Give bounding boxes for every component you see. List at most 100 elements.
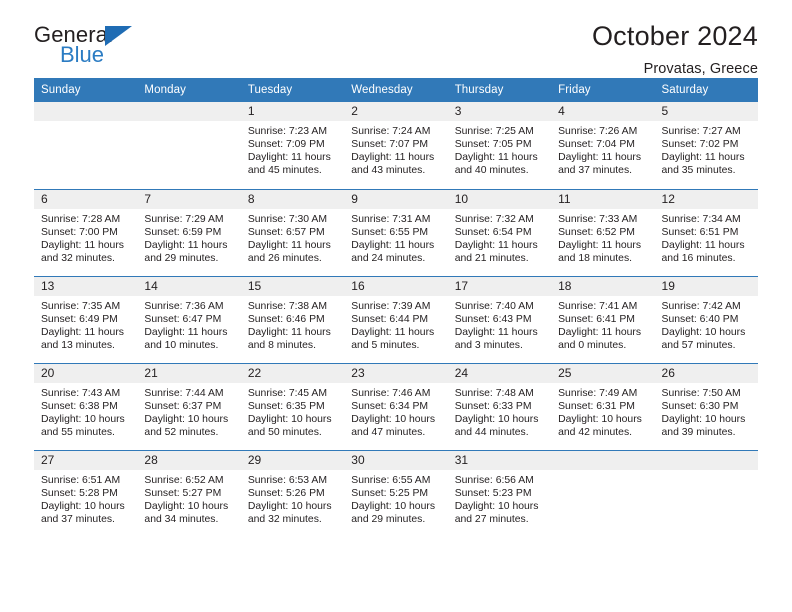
sunrise-text: Sunrise: 6:56 AM — [454, 474, 534, 486]
daylight-text: Daylight: 11 hours and 35 minutes. — [661, 152, 745, 177]
day-details: Sunrise: 7:49 AM Sunset: 6:31 PM Daylight:… — [551, 383, 654, 439]
sunrise-text: Sunrise: 6:53 AM — [247, 474, 327, 486]
sunset-text: Sunset: 6:34 PM — [351, 400, 429, 412]
day-number: 23 — [344, 363, 448, 383]
day-number: 5 — [654, 102, 758, 121]
sunrise-text: Sunrise: 7:24 AM — [351, 126, 431, 137]
day-number: 21 — [137, 363, 241, 383]
calendar-day-cell[interactable]: 31 Sunrise: 6:56 AM Sunset: 5:23 PM Dayligh… — [447, 449, 552, 537]
calendar-day-cell[interactable]: 13 Sunrise: 7:35 AM Sunset: 6:49 PM Dayligh… — [34, 275, 138, 363]
calendar-day-cell[interactable]: 25 Sunrise: 7:49 AM Sunset: 6:31 PM Dayligh… — [551, 362, 655, 450]
calendar-day-cell[interactable]: 10 Sunrise: 7:32 AM Sunset: 6:54 PM Dayligh… — [447, 188, 552, 276]
calendar-day-cell[interactable]: 27 Sunrise: 6:51 AM Sunset: 5:28 PM Dayligh… — [34, 449, 138, 537]
day-details: Sunrise: 6:56 AM Sunset: 5:23 PM Daylight:… — [448, 470, 551, 526]
day-number: 28 — [137, 450, 241, 470]
day-details: Sunrise: 7:26 AM Sunset: 7:04 PM Daylight:… — [551, 121, 654, 177]
weekday-header-wednesday: Wednesday — [344, 78, 448, 102]
daylight-text: Daylight: 10 hours and 29 minutes. — [351, 500, 436, 525]
sunset-text: Sunset: 5:25 PM — [351, 487, 429, 499]
weekday-header-tuesday: Tuesday — [240, 78, 345, 102]
calendar-day-cell[interactable]: 14 Sunrise: 7:36 AM Sunset: 6:47 PM Dayligh… — [137, 275, 241, 363]
weekday-header-thursday: Thursday — [447, 78, 552, 102]
page-subtitle: Provatas, Greece — [643, 60, 758, 77]
sunset-text: Sunset: 6:40 PM — [661, 313, 739, 325]
calendar-day-cell[interactable]: 3 Sunrise: 7:25 AM Sunset: 7:05 PM Daylight… — [447, 102, 552, 189]
calendar-day-cell[interactable]: 8 Sunrise: 7:30 AM Sunset: 6:57 PM Daylight… — [240, 188, 345, 276]
sunset-text: Sunset: 6:57 PM — [247, 226, 325, 238]
sunrise-text: Sunrise: 7:28 AM — [41, 213, 121, 225]
day-number: 8 — [240, 189, 345, 209]
day-details: Sunrise: 7:34 AM Sunset: 6:51 PM Daylight:… — [655, 209, 758, 265]
day-number: 7 — [137, 189, 241, 209]
calendar-day-cell[interactable]: 26 Sunrise: 7:50 AM Sunset: 6:30 PM Dayligh… — [654, 362, 758, 450]
calendar-body: 1 Sunrise: 7:23 AM Sunset: 7:09 PM Daylight… — [34, 102, 758, 537]
calendar-day-cell[interactable]: 16 Sunrise: 7:39 AM Sunset: 6:44 PM Dayligh… — [344, 275, 448, 363]
daylight-text: Daylight: 10 hours and 44 minutes. — [454, 413, 539, 438]
day-details: Sunrise: 7:50 AM Sunset: 6:30 PM Daylight:… — [655, 383, 758, 439]
day-number: 9 — [344, 189, 448, 209]
calendar-day-cell[interactable]: 9 Sunrise: 7:31 AM Sunset: 6:55 PM Daylight… — [344, 188, 448, 276]
calendar-day-cell[interactable]: 4 Sunrise: 7:26 AM Sunset: 7:04 PM Daylight… — [551, 102, 655, 189]
calendar-day-cell[interactable]: 22 Sunrise: 7:45 AM Sunset: 6:35 PM Dayligh… — [240, 362, 345, 450]
calendar-day-cell[interactable]: 7 Sunrise: 7:29 AM Sunset: 6:59 PM Daylight… — [137, 188, 241, 276]
daylight-text: Daylight: 10 hours and 27 minutes. — [454, 500, 539, 525]
day-details: Sunrise: 7:31 AM Sunset: 6:55 PM Daylight:… — [344, 209, 447, 265]
sunset-text: Sunset: 6:52 PM — [558, 226, 635, 238]
calendar-day-cell[interactable]: 23 Sunrise: 7:46 AM Sunset: 6:34 PM Dayligh… — [344, 362, 448, 450]
calendar-day-cell[interactable]: 6 Sunrise: 7:28 AM Sunset: 7:00 PM Daylight… — [34, 188, 138, 276]
calendar-day-cell[interactable]: 17 Sunrise: 7:40 AM Sunset: 6:43 PM Dayligh… — [447, 275, 552, 363]
sunset-text: Sunset: 7:00 PM — [41, 226, 118, 238]
day-details: Sunrise: 7:48 AM Sunset: 6:33 PM Daylight:… — [448, 383, 551, 439]
calendar-day-cell[interactable]: 30 Sunrise: 6:55 AM Sunset: 5:25 PM Dayligh… — [344, 449, 448, 537]
sunrise-text: Sunrise: 7:26 AM — [558, 126, 638, 137]
calendar-day-cell[interactable]: 19 Sunrise: 7:42 AM Sunset: 6:40 PM Dayligh… — [654, 275, 758, 363]
calendar-day-cell[interactable]: 2 Sunrise: 7:24 AM Sunset: 7:07 PM Daylight… — [344, 102, 448, 189]
calendar-day-cell[interactable]: 1 Sunrise: 7:23 AM Sunset: 7:09 PM Daylight… — [240, 102, 345, 189]
logo-secondary-text: Blue — [60, 42, 105, 67]
day-number: 18 — [551, 276, 655, 296]
sunset-text: Sunset: 7:09 PM — [247, 139, 325, 151]
sunset-text: Sunset: 5:27 PM — [144, 487, 222, 499]
calendar-day-cell[interactable]: 28 Sunrise: 6:52 AM Sunset: 5:27 PM Dayligh… — [137, 449, 241, 537]
sunrise-text: Sunrise: 7:39 AM — [351, 300, 431, 312]
general-blue-logo[interactable]: General Blue — [34, 22, 149, 70]
day-details: Sunrise: 7:46 AM Sunset: 6:34 PM Daylight:… — [344, 383, 447, 439]
daylight-text: Daylight: 10 hours and 47 minutes. — [351, 413, 436, 438]
daylight-text: Daylight: 10 hours and 50 minutes. — [247, 413, 332, 438]
calendar-day-cell[interactable]: 20 Sunrise: 7:43 AM Sunset: 6:38 PM Dayligh… — [34, 362, 138, 450]
sunset-text: Sunset: 6:31 PM — [558, 400, 635, 412]
calendar-week-row: 6 Sunrise: 7:28 AM Sunset: 7:00 PM Daylight… — [34, 188, 758, 276]
sunrise-text: Sunrise: 7:25 AM — [454, 126, 534, 137]
sunset-text: Sunset: 6:43 PM — [454, 313, 532, 325]
day-details: Sunrise: 7:42 AM Sunset: 6:40 PM Daylight:… — [655, 296, 758, 352]
day-number: 1 — [240, 102, 345, 121]
masthead: General Blue October 2024 Provatas, Gree… — [34, 0, 758, 76]
daylight-text: Daylight: 11 hours and 13 minutes. — [41, 326, 124, 351]
day-details: Sunrise: 7:44 AM Sunset: 6:37 PM Daylight:… — [137, 383, 240, 439]
day-details: Sunrise: 7:43 AM Sunset: 6:38 PM Daylight:… — [34, 383, 137, 439]
sunrise-text: Sunrise: 7:29 AM — [144, 213, 224, 225]
calendar-week-row: 1 Sunrise: 7:23 AM Sunset: 7:09 PM Daylight… — [34, 102, 758, 189]
daylight-text: Daylight: 11 hours and 5 minutes. — [351, 326, 435, 351]
daylight-text: Daylight: 11 hours and 21 minutes. — [454, 239, 538, 264]
calendar-day-cell[interactable]: 24 Sunrise: 7:48 AM Sunset: 6:33 PM Dayligh… — [447, 362, 552, 450]
day-number: 13 — [34, 276, 138, 296]
sunrise-text: Sunrise: 7:33 AM — [558, 213, 638, 225]
daylight-text: Daylight: 10 hours and 39 minutes. — [661, 413, 746, 438]
calendar-day-cell[interactable]: 15 Sunrise: 7:38 AM Sunset: 6:46 PM Dayligh… — [240, 275, 345, 363]
title-block: October 2024 Provatas, Greece — [592, 21, 758, 77]
calendar-day-cell[interactable]: 12 Sunrise: 7:34 AM Sunset: 6:51 PM Dayligh… — [654, 188, 758, 276]
calendar-day-cell[interactable]: 11 Sunrise: 7:33 AM Sunset: 6:52 PM Dayligh… — [551, 188, 655, 276]
calendar-day-cell[interactable]: 29 Sunrise: 6:53 AM Sunset: 5:26 PM Dayligh… — [240, 449, 345, 537]
day-details: Sunrise: 7:45 AM Sunset: 6:35 PM Daylight:… — [241, 383, 344, 439]
day-details: Sunrise: 7:28 AM Sunset: 7:00 PM Daylight:… — [34, 209, 137, 265]
sunrise-text: Sunrise: 7:23 AM — [247, 126, 327, 137]
calendar-week-row: 27 Sunrise: 6:51 AM Sunset: 5:28 PM Dayligh… — [34, 449, 758, 537]
calendar-day-cell[interactable]: 21 Sunrise: 7:44 AM Sunset: 6:37 PM Dayligh… — [137, 362, 241, 450]
day-details: Sunrise: 7:38 AM Sunset: 6:46 PM Daylight:… — [241, 296, 344, 352]
sunset-text: Sunset: 7:07 PM — [351, 139, 429, 151]
calendar-day-cell[interactable]: 5 Sunrise: 7:27 AM Sunset: 7:02 PM Daylight… — [654, 102, 758, 189]
calendar-day-cell[interactable]: 18 Sunrise: 7:41 AM Sunset: 6:41 PM Dayligh… — [551, 275, 655, 363]
daylight-text: Daylight: 11 hours and 45 minutes. — [247, 152, 331, 177]
day-details: Sunrise: 7:36 AM Sunset: 6:47 PM Daylight:… — [137, 296, 240, 352]
